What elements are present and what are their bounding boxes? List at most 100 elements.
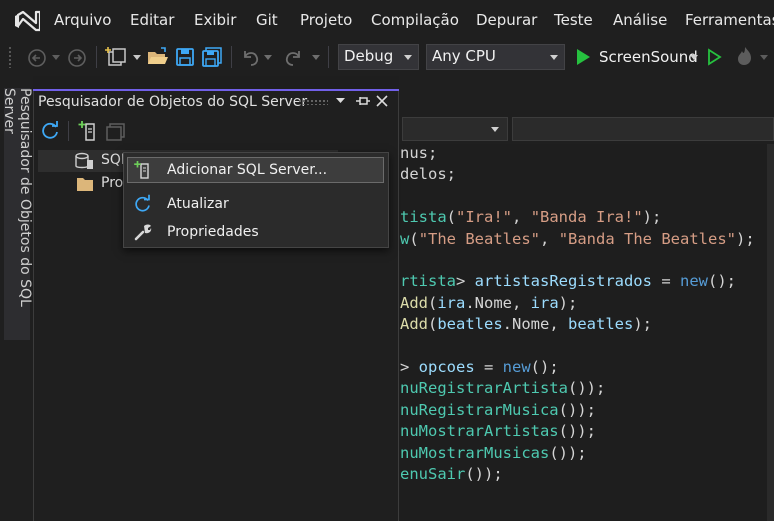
menu-arquivo[interactable]: Arquivo — [54, 11, 111, 29]
platform-dropdown[interactable]: Any CPU — [426, 44, 565, 70]
menu-compilacao[interactable]: Compilação — [371, 11, 459, 29]
configuration-dropdown[interactable]: Debug — [338, 44, 419, 70]
code-token: ()); — [549, 443, 587, 462]
save-icon[interactable] — [175, 47, 195, 67]
toolbar-grip[interactable] — [8, 46, 12, 68]
code-token: .Nome, — [465, 293, 531, 312]
code-token: Add — [400, 293, 428, 312]
save-all-icon[interactable] — [201, 47, 223, 67]
code-line: nuMostrarMusicas()); — [400, 444, 587, 462]
code-token: > — [456, 272, 475, 291]
code-token: rtista — [400, 272, 456, 291]
code-token: ); — [558, 293, 578, 312]
toolbar-separator — [68, 121, 69, 141]
context-menu-label: Propriedades — [167, 224, 259, 240]
tool-window-grip[interactable] — [298, 99, 328, 105]
start-dropdown-icon[interactable] — [690, 55, 698, 61]
refresh-icon[interactable] — [40, 120, 61, 141]
code-token: opcoes — [418, 358, 475, 376]
code-line: nuRegistrarArtista()); — [400, 379, 605, 397]
code-line: > opcoes = new(); — [400, 358, 559, 376]
code-token: delos; — [400, 165, 456, 184]
code-token: w — [400, 229, 410, 248]
menu-git[interactable]: Git — [256, 11, 278, 29]
play-icon[interactable] — [575, 48, 591, 66]
code-line: rtista> artistasRegistrados = new(); — [400, 272, 736, 290]
code-token: "The Beatles" — [418, 229, 541, 248]
code-token: nuRegistrarMusica — [400, 400, 559, 419]
close-icon[interactable] — [376, 95, 388, 107]
menu-editar[interactable]: Editar — [130, 11, 174, 29]
code-token: nuRegistrarArtista — [400, 379, 568, 398]
code-token: ira — [530, 293, 559, 312]
chevron-down-icon — [404, 55, 412, 60]
context-menu-label: Atualizar — [167, 196, 229, 212]
hot-reload-icon[interactable] — [734, 45, 756, 67]
scope-dropdown[interactable] — [512, 117, 774, 141]
refresh-icon — [135, 194, 150, 212]
new-project-icon[interactable] — [105, 46, 129, 68]
menu-analise[interactable]: Análise — [613, 11, 667, 29]
code-line: Add(beatles.Nome, beatles); — [400, 315, 652, 333]
menu-teste[interactable]: Teste — [554, 11, 593, 29]
forward-icon[interactable] — [66, 47, 88, 69]
configuration-value: Debug — [344, 47, 394, 65]
code-token: ); — [642, 208, 662, 227]
filter-icon[interactable] — [105, 121, 127, 141]
code-token: ( — [428, 315, 438, 334]
back-dropdown-icon[interactable] — [52, 55, 60, 61]
member-dropdown[interactable] — [402, 117, 508, 141]
window-dropdown-icon[interactable] — [336, 98, 345, 104]
code-token: (); — [707, 272, 736, 291]
redo-dropdown-icon[interactable] — [312, 55, 320, 61]
add-server-icon[interactable] — [77, 120, 99, 142]
platform-value: Any CPU — [432, 47, 496, 65]
hot-reload-dropdown-icon[interactable] — [760, 55, 768, 61]
pin-icon[interactable] — [355, 94, 371, 108]
left-dock-tab-label[interactable]: Pesquisador de Objetos do SQL Server — [1, 88, 33, 340]
menu-ferramentas[interactable]: Ferramentas — [685, 11, 774, 29]
tree-item-label: Pro — [101, 175, 124, 191]
code-token: , — [540, 229, 559, 248]
code-token: ( — [428, 293, 438, 312]
start-target-label[interactable]: ScreenSound — [599, 48, 698, 66]
code-line: nuMostrarArtistas()); — [400, 422, 596, 440]
folder-icon — [77, 178, 93, 191]
vs-logo[interactable] — [14, 8, 40, 34]
redo-icon[interactable] — [283, 47, 305, 67]
code-line: delos; — [400, 165, 456, 183]
code-token: .Nome, — [502, 315, 568, 334]
toolbar-separator — [96, 46, 97, 68]
code-token: ()); — [558, 422, 596, 441]
open-folder-icon[interactable] — [147, 47, 169, 67]
menu-projeto[interactable]: Projeto — [300, 11, 352, 29]
code-token: "Banda Ira!" — [530, 208, 643, 227]
tool-window-title: Pesquisador de Objetos do SQL Server — [38, 94, 308, 110]
code-line: Add(ira.Nome, ira); — [400, 294, 577, 312]
back-icon[interactable] — [26, 47, 48, 69]
menu-exibir[interactable]: Exibir — [194, 11, 236, 29]
chevron-down-icon — [491, 127, 499, 132]
code-token: nus; — [400, 144, 438, 162]
undo-dropdown-icon[interactable] — [264, 55, 272, 61]
code-token: ira — [437, 293, 466, 312]
new-dropdown-icon[interactable] — [133, 55, 141, 61]
wrench-icon — [134, 224, 152, 241]
tool-window-active-indicator — [33, 89, 399, 91]
play-outline-icon[interactable] — [706, 48, 722, 66]
code-token: ()); — [567, 379, 606, 398]
code-line: nuRegistrarMusica()); — [400, 401, 596, 419]
code-token: ()); — [465, 465, 503, 483]
editor-scrollbar[interactable] — [767, 144, 774, 521]
code-token: = — [651, 272, 680, 291]
code-token: ()); — [558, 400, 596, 419]
menu-depurar[interactable]: Depurar — [476, 11, 537, 29]
code-token: "Banda The Beatles" — [558, 229, 736, 248]
code-token: (); — [530, 358, 559, 376]
code-token: = — [474, 358, 503, 376]
context-menu-item-refresh[interactable] — [127, 192, 384, 218]
code-token: Add — [400, 315, 428, 334]
undo-icon[interactable] — [239, 47, 261, 67]
code-token: ( — [409, 229, 419, 248]
editor-tab-strip — [399, 76, 774, 114]
